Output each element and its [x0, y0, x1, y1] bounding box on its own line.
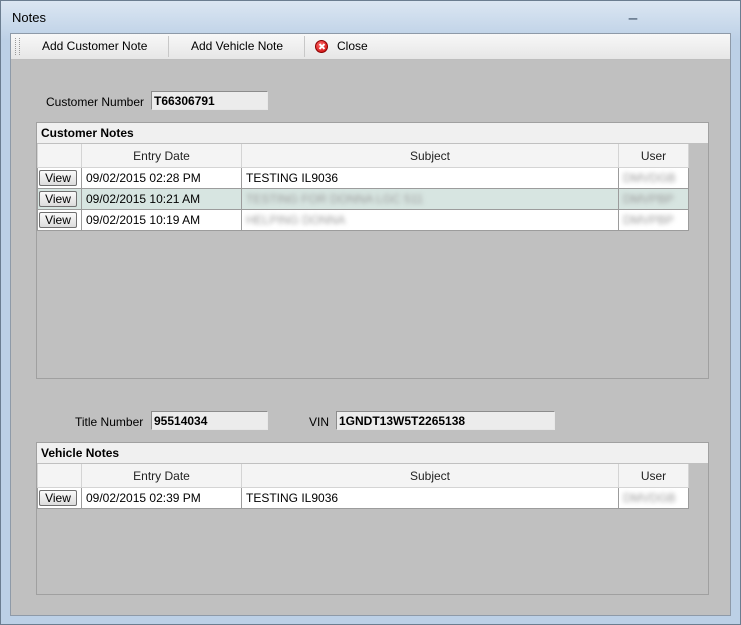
customer-notes-panel: Customer Notes Entry Date Subject User V… [36, 122, 709, 379]
column-header-subject[interactable]: Subject [241, 464, 619, 488]
customer-number-label: Customer Number [46, 95, 145, 109]
close-icon[interactable] [315, 40, 328, 53]
column-header-user[interactable]: User [618, 144, 689, 168]
title-number-field[interactable]: 95514034 [151, 411, 268, 430]
add-vehicle-note-button[interactable]: Add Vehicle Note [191, 34, 283, 59]
table-header-row: Entry Date Subject User [37, 144, 689, 168]
subject-value: TESTING FOR DONNA LGC 511 [246, 192, 424, 206]
toolbar-grip-icon[interactable] [15, 38, 20, 55]
toolbar: Add Customer Note Add Vehicle Note Close [11, 34, 730, 60]
column-header-subject[interactable]: Subject [241, 144, 619, 168]
subject-cell[interactable]: TESTING FOR DONNA LGC 511 [241, 188, 619, 210]
vin-label: VIN [309, 415, 330, 429]
customer-notes-title: Customer Notes [41, 126, 134, 140]
minimize-icon[interactable]: ▁ [627, 9, 639, 21]
customer-notes-table: Entry Date Subject User View 09/02/2015 … [37, 144, 689, 231]
column-header-entry-date[interactable]: Entry Date [81, 144, 242, 168]
user-value: DMVDGB [623, 491, 676, 505]
title-number-label: Title Number [75, 415, 144, 429]
entry-date-cell[interactable]: 09/02/2015 10:21 AM [81, 188, 242, 210]
notes-window: Notes ▁ Add Customer Note Add Vehicle No… [0, 0, 741, 625]
vehicle-notes-panel: Vehicle Notes Entry Date Subject User Vi… [36, 442, 709, 595]
toolbar-separator [168, 36, 169, 57]
toolbar-separator [304, 36, 305, 57]
view-button[interactable]: View [39, 212, 77, 228]
user-cell[interactable]: DMVDGB [618, 167, 689, 189]
column-header-entry-date[interactable]: Entry Date [81, 464, 242, 488]
view-button[interactable]: View [39, 191, 77, 207]
user-value: DMVDGB [623, 171, 676, 185]
entry-date-cell[interactable]: 09/02/2015 02:28 PM [81, 167, 242, 189]
add-customer-note-button[interactable]: Add Customer Note [42, 34, 147, 59]
subject-value: HELPING DONNA [246, 213, 346, 227]
subject-cell[interactable]: TESTING IL9036 [241, 167, 619, 189]
window-title: Notes [12, 10, 46, 25]
column-header-button [37, 464, 82, 488]
entry-date-cell[interactable]: 09/02/2015 10:19 AM [81, 209, 242, 231]
vehicle-notes-title: Vehicle Notes [41, 446, 120, 460]
column-header-user[interactable]: User [618, 464, 689, 488]
close-button[interactable]: Close [337, 34, 368, 59]
vehicle-notes-table: Entry Date Subject User View 09/02/2015 … [37, 464, 689, 509]
subject-cell[interactable]: TESTING IL9036 [241, 487, 619, 509]
title-bar[interactable]: Notes ▁ [1, 1, 740, 33]
customer-number-field[interactable]: T66306791 [151, 91, 268, 110]
entry-date-cell[interactable]: 09/02/2015 02:39 PM [81, 487, 242, 509]
content-frame: Add Customer Note Add Vehicle Note Close… [10, 33, 731, 616]
column-header-button [37, 144, 82, 168]
user-value: DMVPBP [623, 192, 674, 206]
vin-field[interactable]: 1GNDT13W5T2265138 [336, 411, 555, 430]
table-row[interactable]: View 09/02/2015 10:19 AM HELPING DONNA D… [37, 209, 689, 231]
table-row[interactable]: View 09/02/2015 02:39 PM TESTING IL9036 … [37, 487, 689, 509]
subject-cell[interactable]: HELPING DONNA [241, 209, 619, 231]
user-value: DMVPBP [623, 213, 674, 227]
user-cell[interactable]: DMVDGB [618, 487, 689, 509]
table-row[interactable]: View 09/02/2015 10:21 AM TESTING FOR DON… [37, 188, 689, 210]
table-header-row: Entry Date Subject User [37, 464, 689, 488]
user-cell[interactable]: DMVPBP [618, 188, 689, 210]
table-row[interactable]: View 09/02/2015 02:28 PM TESTING IL9036 … [37, 167, 689, 189]
view-button[interactable]: View [39, 170, 77, 186]
view-button[interactable]: View [39, 490, 77, 506]
user-cell[interactable]: DMVPBP [618, 209, 689, 231]
